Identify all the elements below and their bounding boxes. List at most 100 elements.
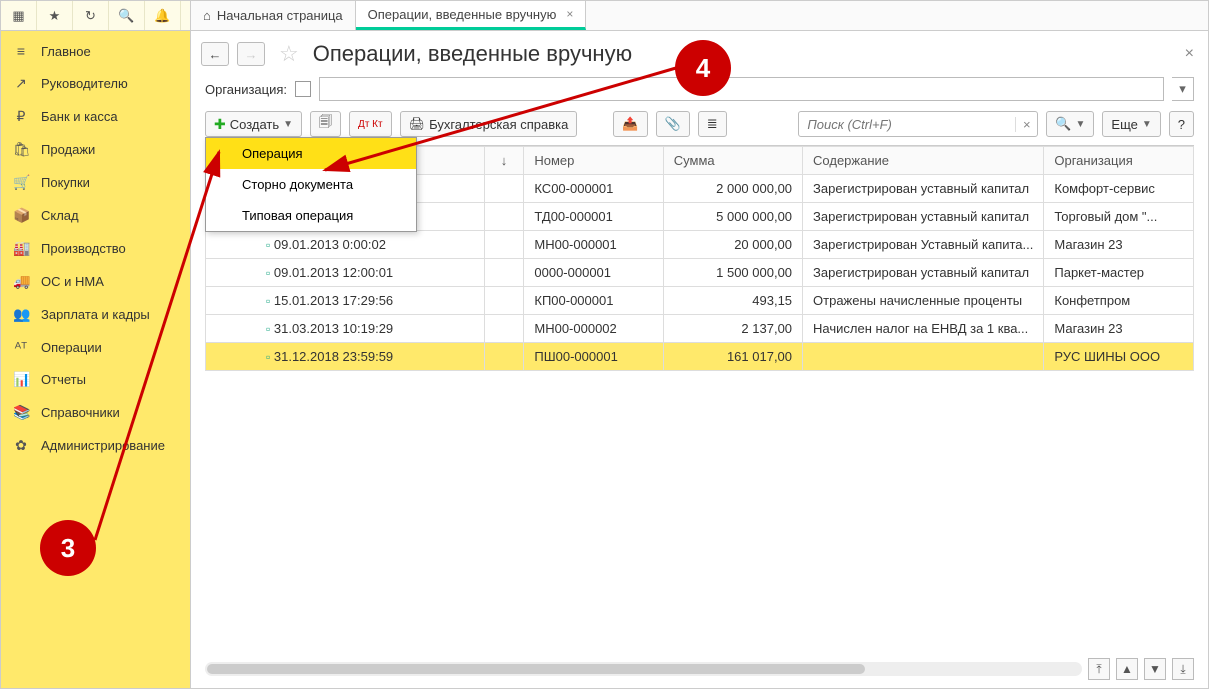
table-row[interactable]: ▫ 09.01.2013 0:00:02МН00-00000120 000,00… xyxy=(206,231,1194,259)
plus-icon: ✚ xyxy=(214,116,226,133)
last-button[interactable]: ⤓ xyxy=(1172,658,1194,680)
first-button[interactable]: ⤒ xyxy=(1088,658,1110,680)
down-button[interactable]: ▼ xyxy=(1144,658,1166,680)
sidebar-item-purchases[interactable]: 🛒 Покупки xyxy=(1,166,190,199)
sidebar-item-label: Склад xyxy=(41,208,79,223)
sidebar-item-production[interactable]: 🏭 Производство xyxy=(1,232,190,265)
back-button[interactable]: ← xyxy=(201,42,229,66)
list-button[interactable]: ≣ xyxy=(698,111,727,137)
sidebar-item-label: Руководителю xyxy=(41,76,128,91)
home-icon: ⌂ xyxy=(203,8,211,23)
sidebar-item-refs[interactable]: 📚 Справочники xyxy=(1,396,190,429)
upload-button[interactable]: 📤 xyxy=(613,111,647,137)
truck-icon: 🚚 xyxy=(13,273,29,290)
sidebar-item-label: Покупки xyxy=(41,175,90,190)
sidebar-item-operations[interactable]: ᴬᵀ Операции xyxy=(1,331,190,363)
sidebar-item-reports[interactable]: 📊 Отчеты xyxy=(1,363,190,396)
close-icon[interactable]: × xyxy=(566,7,573,21)
menu-icon: ≡ xyxy=(13,43,29,59)
help-button[interactable]: ? xyxy=(1169,111,1194,137)
sidebar-item-label: Банк и касса xyxy=(41,109,118,124)
history-icon[interactable]: ↻ xyxy=(73,1,109,30)
people-icon: 👥 xyxy=(13,306,29,323)
sidebar-item-label: Отчеты xyxy=(41,372,86,387)
factory-icon: 🏭 xyxy=(13,240,29,257)
document-icon: ▫ xyxy=(266,266,270,280)
sidebar-item-bank[interactable]: ₽ Банк и касса xyxy=(1,100,190,133)
create-dropdown: Операция Сторно документа Типовая операц… xyxy=(205,137,417,232)
col-sum[interactable]: Сумма xyxy=(674,153,715,168)
horizontal-scrollbar[interactable] xyxy=(205,662,1082,676)
forward-button[interactable]: → xyxy=(237,42,265,66)
dtkt-button[interactable]: Дт Кт xyxy=(349,111,392,137)
sidebar: ≡ Главное ↗ Руководителю ₽ Банк и касса 🛍 Пр… xyxy=(1,31,191,688)
find-button[interactable]: 🔍 ▼ xyxy=(1046,111,1094,137)
table-row[interactable]: ▫ 09.01.2013 12:00:010000-0000011 500 00… xyxy=(206,259,1194,287)
sidebar-item-label: ОС и НМА xyxy=(41,274,104,289)
table-row[interactable]: ▫ 31.12.2018 23:59:59ПШ00-000001161 017,… xyxy=(206,343,1194,371)
print-label: Бухгалтерская справка xyxy=(429,117,568,132)
dropdown-item-operation[interactable]: Операция xyxy=(206,138,416,169)
page-title: Операции, введенные вручную xyxy=(313,41,632,67)
org-checkbox[interactable] xyxy=(295,81,311,97)
up-button[interactable]: ▲ xyxy=(1116,658,1138,680)
apps-icon[interactable]: ▦ xyxy=(1,1,37,30)
more-button[interactable]: Еще ▼ xyxy=(1102,111,1160,137)
notify-icon[interactable]: 🔔 xyxy=(145,1,181,30)
sidebar-item-stock[interactable]: 📦 Склад xyxy=(1,199,190,232)
search-clear-button[interactable]: × xyxy=(1015,117,1037,132)
chevron-down-icon: ▼ xyxy=(283,119,293,130)
close-page-button[interactable]: × xyxy=(1185,45,1194,63)
sidebar-item-sales[interactable]: 🛍 Продажи xyxy=(1,133,190,166)
copy-button[interactable]: 🗐 xyxy=(310,111,341,137)
document-icon: ▫ xyxy=(266,350,270,364)
org-label: Организация: xyxy=(205,82,287,97)
tab-operations[interactable]: Операции, введенные вручную × xyxy=(356,1,587,30)
create-button[interactable]: ✚ Создать ▼ xyxy=(205,111,302,137)
chart-up-icon: ↗ xyxy=(13,75,29,92)
sidebar-item-label: Производство xyxy=(41,241,126,256)
table-row[interactable]: ▫ 15.01.2013 17:29:56КП00-000001493,15От… xyxy=(206,287,1194,315)
sidebar-item-main[interactable]: ≡ Главное xyxy=(1,35,190,67)
cart-icon: 🛒 xyxy=(13,174,29,191)
favorite-icon[interactable]: ☆ xyxy=(279,41,299,67)
org-input[interactable] xyxy=(319,77,1164,101)
col-number[interactable]: Номер xyxy=(534,153,574,168)
tab-home[interactable]: ⌂ Начальная страница xyxy=(191,1,356,30)
dropdown-item-storno[interactable]: Сторно документа xyxy=(206,169,416,200)
col-content[interactable]: Содержание xyxy=(813,153,889,168)
search-icon[interactable]: 🔍 xyxy=(109,1,145,30)
sidebar-item-label: Продажи xyxy=(41,142,95,157)
ruble-icon: ₽ xyxy=(13,108,29,125)
sidebar-item-manager[interactable]: ↗ Руководителю xyxy=(1,67,190,100)
sidebar-item-label: Операции xyxy=(41,340,102,355)
books-icon: 📚 xyxy=(13,404,29,421)
sidebar-item-admin[interactable]: ✿ Администрирование xyxy=(1,429,190,462)
sidebar-item-assets[interactable]: 🚚 ОС и НМА xyxy=(1,265,190,298)
col-sort[interactable]: ↓ xyxy=(501,153,508,168)
sidebar-item-label: Главное xyxy=(41,44,91,59)
create-label: Создать xyxy=(230,117,279,132)
attach-button[interactable]: 📎 xyxy=(656,111,690,137)
document-icon: ▫ xyxy=(266,238,270,252)
bag-icon: 🛍 xyxy=(13,141,29,158)
more-label: Еще xyxy=(1111,117,1137,132)
annotation-badge-4: 4 xyxy=(675,40,731,96)
top-icon-bar: ▦ ★ ↻ 🔍 🔔 xyxy=(1,1,191,30)
org-dropdown-button[interactable]: ▾ xyxy=(1172,77,1194,101)
table-row[interactable]: ▫ 31.03.2013 10:19:29МН00-0000022 137,00… xyxy=(206,315,1194,343)
bars-icon: 📊 xyxy=(13,371,29,388)
search-input[interactable] xyxy=(799,117,1015,132)
sidebar-item-label: Администрирование xyxy=(41,438,165,453)
box-icon: 📦 xyxy=(13,207,29,224)
print-button[interactable]: 🖨 Бухгалтерская справка xyxy=(400,111,578,137)
sidebar-item-payroll[interactable]: 👥Зарплата и кадры xyxy=(1,298,190,331)
document-icon: ▫ xyxy=(266,322,270,336)
document-icon: ▫ xyxy=(266,294,270,308)
sidebar-item-label: Справочники xyxy=(41,405,120,420)
col-org[interactable]: Организация xyxy=(1054,153,1132,168)
gear-icon: ✿ xyxy=(13,437,29,454)
dropdown-item-typical[interactable]: Типовая операция xyxy=(206,200,416,231)
dtkt-icon: ᴬᵀ xyxy=(13,339,29,355)
star-icon[interactable]: ★ xyxy=(37,1,73,30)
